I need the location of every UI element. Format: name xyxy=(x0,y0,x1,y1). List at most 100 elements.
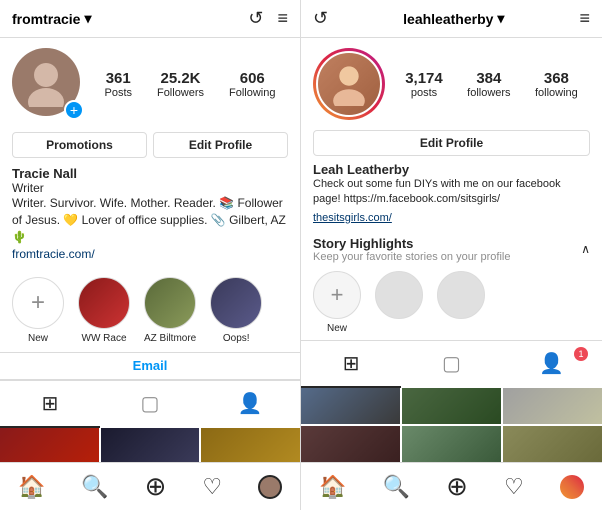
search-nav-button[interactable]: 🔍 xyxy=(81,474,108,500)
right-tab-grid[interactable]: ⊞ xyxy=(301,341,401,388)
right-username[interactable]: leahleatherby ▾ xyxy=(403,10,504,27)
avatar-image xyxy=(21,57,71,107)
right-likes-button[interactable]: ♡ xyxy=(504,474,524,500)
right-photo-3[interactable] xyxy=(503,388,602,424)
new-highlight-circle: + xyxy=(12,277,64,329)
tab-square[interactable]: ▢ xyxy=(100,381,200,428)
right-new-label: New xyxy=(327,323,347,334)
right-posts-label: posts xyxy=(411,87,437,99)
right-following-count: 368 xyxy=(544,70,569,87)
right-following-label: following xyxy=(535,87,578,99)
right-posts-stat: 3,174 posts xyxy=(405,70,443,99)
profile-nav-button[interactable] xyxy=(258,475,282,499)
right-photo-1[interactable] xyxy=(301,388,400,424)
grid-photo-2[interactable] xyxy=(101,428,200,462)
grid-photo-1[interactable] xyxy=(0,428,99,462)
highlight-new[interactable]: + New xyxy=(12,277,64,344)
chevron-down-icon: ▾ xyxy=(84,10,91,27)
right-menu-icon[interactable]: ≡ xyxy=(579,8,590,29)
highlight-oops[interactable]: Oops! xyxy=(210,277,262,344)
right-bio-link[interactable]: thesitsgirls.com/ xyxy=(313,212,392,224)
right-stats-numbers: 3,174 posts 384 followers 368 following xyxy=(393,70,590,99)
right-profile-panel: ↺ leahleatherby ▾ ≡ 3,174 posts xyxy=(301,0,602,510)
right-search-button[interactable]: 🔍 xyxy=(383,474,410,500)
square-icon: ▢ xyxy=(141,391,160,416)
right-bio-name: Leah Leatherby xyxy=(313,162,590,177)
bio-title: Writer xyxy=(12,181,288,195)
right-bottom-nav: 🏠 🔍 ⊕ ♡ xyxy=(301,462,602,510)
highlight-az-biltmore-label: AZ Biltmore xyxy=(144,333,196,344)
add-story-button[interactable]: + xyxy=(64,100,84,120)
right-circle-3 xyxy=(437,271,485,319)
bio-text: Writer. Survivor. Wife. Mother. Reader. … xyxy=(12,195,288,245)
right-avatar xyxy=(316,51,382,117)
right-tab-square[interactable]: ▢ xyxy=(401,341,501,388)
right-square-icon: ▢ xyxy=(442,351,461,376)
highlight-oops-label: Oops! xyxy=(223,333,250,344)
email-section: Email xyxy=(0,352,300,380)
right-photo-4[interactable] xyxy=(301,426,400,462)
posts-label: Posts xyxy=(104,87,132,99)
right-grid-icon: ⊞ xyxy=(343,351,360,376)
right-photo-5[interactable] xyxy=(402,426,501,462)
right-photo-grid xyxy=(301,388,602,462)
right-photo-2[interactable] xyxy=(402,388,501,424)
edit-profile-button[interactable]: Edit Profile xyxy=(153,132,288,158)
highlight-az-biltmore[interactable]: AZ Biltmore xyxy=(144,277,196,344)
history-icon[interactable]: ↺ xyxy=(248,8,263,29)
left-avatar-wrap: + xyxy=(12,48,84,120)
highlight-new-label: New xyxy=(28,333,48,344)
oops-circle xyxy=(210,277,262,329)
right-photo-6[interactable] xyxy=(503,426,602,462)
notification-badge: 1 xyxy=(574,347,588,361)
followers-count: 25.2K xyxy=(160,70,200,87)
plus-icon: + xyxy=(31,289,45,317)
bio-link[interactable]: fromtracie.com/ xyxy=(12,247,95,261)
right-avatar-ring xyxy=(313,48,385,120)
left-bottom-nav: 🏠 🔍 ⊕ ♡ xyxy=(0,462,300,510)
posts-count: 361 xyxy=(106,70,131,87)
highlight-ww-race[interactable]: WW Race xyxy=(78,277,130,344)
story-highlights-subtitle: Keep your favorite stories on your profi… xyxy=(313,251,511,263)
story-highlights-title: Story Highlights xyxy=(313,236,511,251)
promotions-button[interactable]: Promotions xyxy=(12,132,147,158)
person-icon: 👤 xyxy=(238,391,263,416)
chevron-up-icon[interactable]: ∧ xyxy=(581,242,590,256)
left-highlights-row: + New WW Race AZ Biltmore Oops! xyxy=(0,269,300,352)
following-count: 606 xyxy=(240,70,265,87)
left-username[interactable]: fromtracie ▾ xyxy=(12,10,92,27)
right-avatar-wrap xyxy=(313,48,385,120)
right-tab-person[interactable]: 👤 1 xyxy=(502,341,602,388)
right-bio-text: Check out some fun DIYs with me on our f… xyxy=(313,177,590,208)
grid-photo-3[interactable] xyxy=(201,428,300,462)
tab-grid[interactable]: ⊞ xyxy=(0,381,100,428)
left-profile-panel: fromtracie ▾ ↺ ≡ + 361 Posts 25.2K xyxy=(0,0,301,510)
right-add-button[interactable]: ⊕ xyxy=(446,471,468,502)
right-posts-count: 3,174 xyxy=(405,70,443,87)
posts-stat: 361 Posts xyxy=(104,70,132,99)
right-highlight-3[interactable] xyxy=(437,271,485,334)
left-bio: Tracie Nall Writer Writer. Survivor. Wif… xyxy=(0,164,300,269)
left-action-buttons: Promotions Edit Profile xyxy=(0,126,300,164)
right-circle-2 xyxy=(375,271,423,319)
right-person-icon: 👤 xyxy=(539,351,564,376)
highlight-ww-race-label: WW Race xyxy=(82,333,127,344)
right-highlight-2[interactable] xyxy=(375,271,423,334)
back-icon[interactable]: ↺ xyxy=(313,8,328,29)
left-header: fromtracie ▾ ↺ ≡ xyxy=(0,0,300,38)
following-stat: 606 Following xyxy=(229,70,275,99)
username-text: fromtracie xyxy=(12,11,80,27)
right-profile-button[interactable] xyxy=(560,475,584,499)
right-highlight-new[interactable]: + New xyxy=(313,271,361,334)
menu-icon[interactable]: ≡ xyxy=(277,8,288,29)
right-avatar-image xyxy=(327,62,371,106)
likes-nav-button[interactable]: ♡ xyxy=(202,474,222,500)
right-edit-profile-wrap: Edit Profile xyxy=(301,126,602,160)
left-photo-grid xyxy=(0,428,300,462)
add-nav-button[interactable]: ⊕ xyxy=(145,471,167,502)
home-nav-button[interactable]: 🏠 xyxy=(18,474,45,500)
tab-person[interactable]: 👤 xyxy=(200,381,300,428)
right-edit-profile-button[interactable]: Edit Profile xyxy=(313,130,590,156)
right-home-button[interactable]: 🏠 xyxy=(319,474,346,500)
right-followers-count: 384 xyxy=(476,70,501,87)
